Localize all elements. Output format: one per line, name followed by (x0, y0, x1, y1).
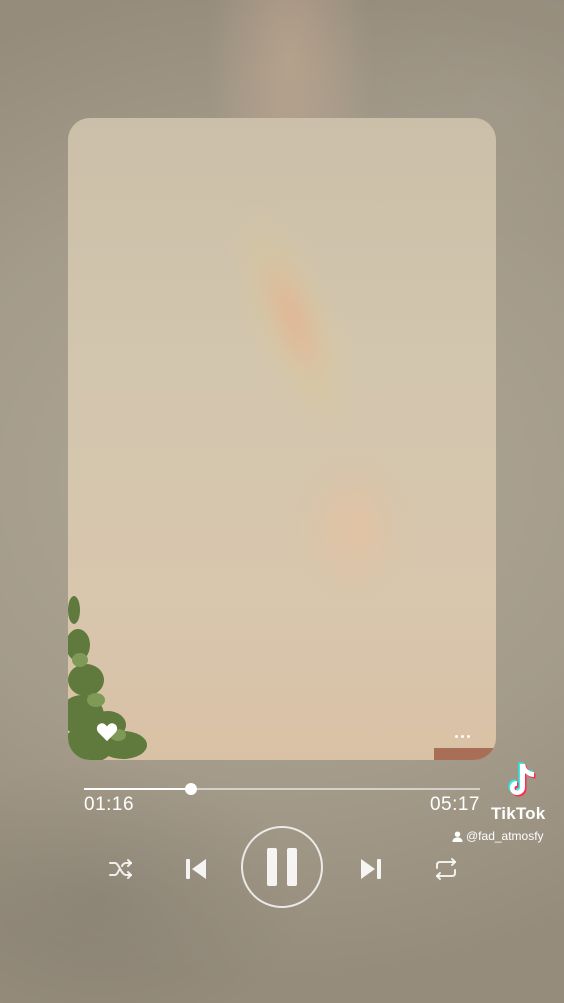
skip-previous-icon (186, 859, 206, 879)
pause-button[interactable] (241, 826, 323, 908)
next-button[interactable] (355, 853, 387, 885)
progress-bar[interactable] (84, 783, 480, 795)
shuffle-button[interactable] (106, 854, 136, 884)
previous-button[interactable] (180, 853, 212, 885)
repeat-button[interactable] (431, 854, 461, 884)
pause-icon (267, 848, 297, 886)
rainbow-glow-lower (268, 418, 438, 638)
total-time: 05:17 (429, 794, 480, 815)
tiktok-username: @fad_atmosfy (452, 829, 544, 843)
rooftop (434, 748, 496, 760)
progress-fill (84, 788, 191, 790)
skip-next-icon (361, 859, 381, 879)
more-dots-icon[interactable] (455, 735, 470, 738)
tiktok-brand: TikTok (491, 804, 546, 823)
elapsed-time: 01:16 (84, 794, 135, 815)
username-text: @fad_atmosfy (466, 829, 544, 843)
tiktok-logo-icon (508, 762, 536, 797)
progress-knob[interactable] (184, 783, 197, 795)
heart-icon[interactable] (96, 722, 118, 742)
repeat-icon (436, 858, 456, 880)
person-icon (452, 830, 463, 842)
album-cover (68, 118, 496, 760)
shuffle-icon (109, 859, 132, 879)
